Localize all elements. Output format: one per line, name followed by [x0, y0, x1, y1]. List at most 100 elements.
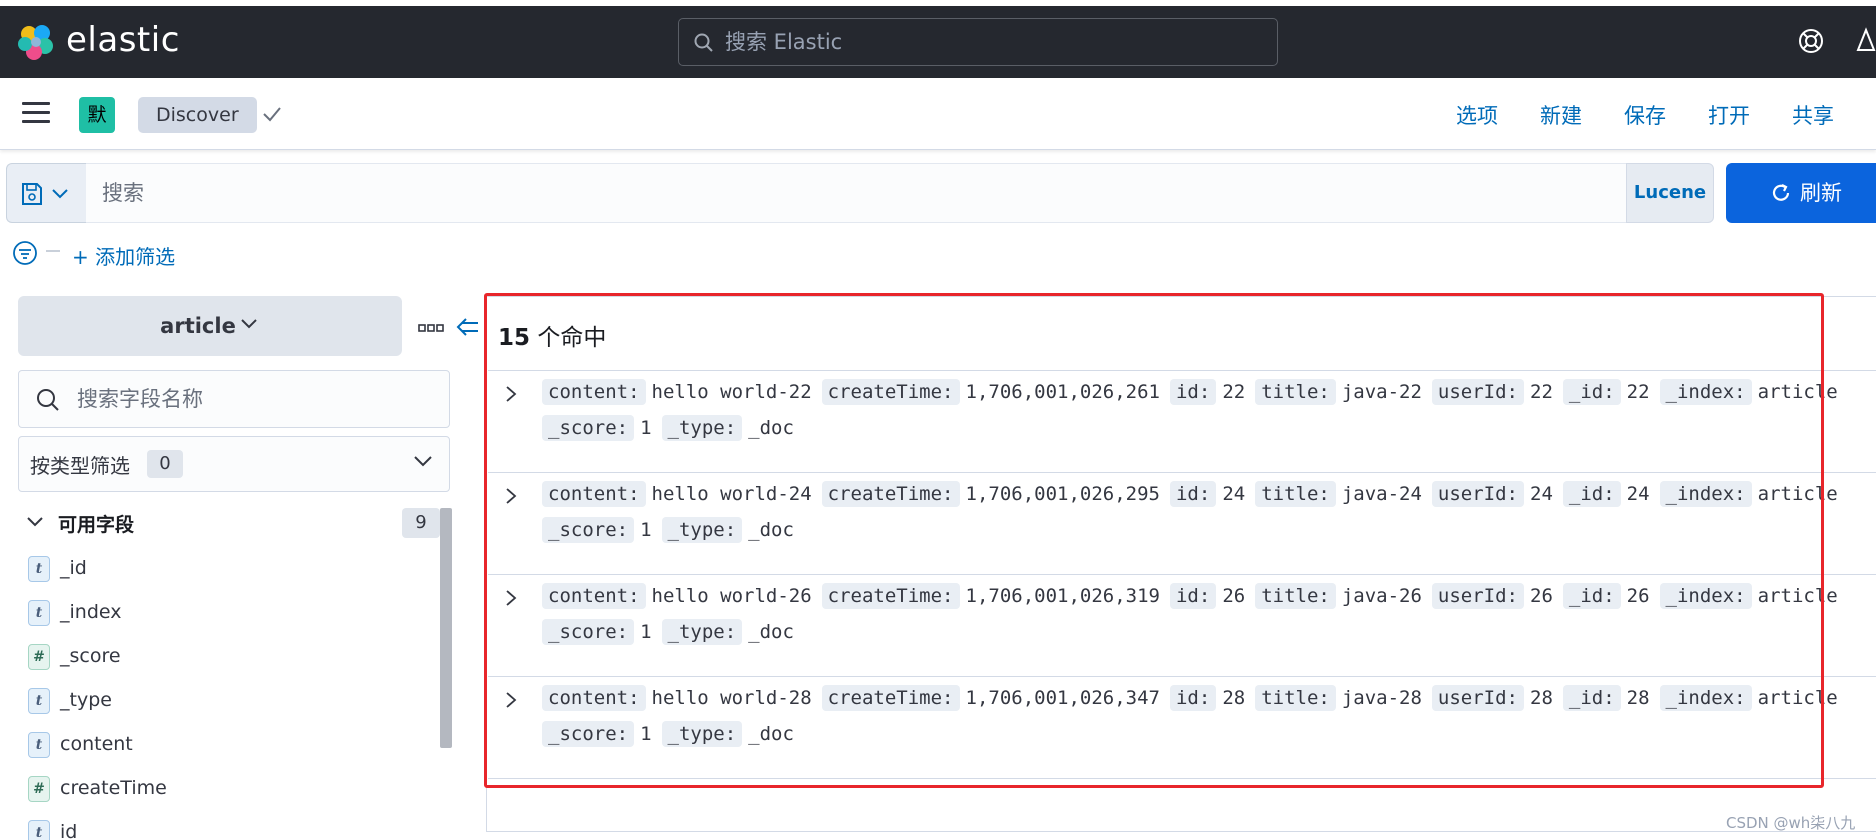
- help-icon[interactable]: [1798, 28, 1824, 54]
- share-link[interactable]: 共享: [1792, 100, 1834, 130]
- field-key: _score:: [542, 415, 635, 441]
- field-key: _id:: [1562, 583, 1621, 609]
- table-row: content: hello world-22 createTime: 1,706,0…: [488, 371, 1876, 473]
- breadcrumb[interactable]: Discover: [138, 97, 257, 133]
- field-search-input[interactable]: [77, 384, 437, 414]
- collapse-sidebar-icon[interactable]: [456, 316, 480, 338]
- field-value: article: [1757, 483, 1838, 505]
- table-row: content: hello world-28 createTime: 1,706,0…: [488, 677, 1876, 779]
- expand-row-icon[interactable]: [504, 487, 518, 505]
- field-value: 28: [1530, 687, 1553, 709]
- field-key: userId:: [1431, 379, 1524, 405]
- global-search-input[interactable]: [725, 27, 1265, 57]
- field-key: id:: [1169, 481, 1217, 507]
- global-search[interactable]: [678, 18, 1278, 66]
- field-key: _id:: [1562, 481, 1621, 507]
- chevron-down-icon: [241, 319, 257, 329]
- field-key: _type:: [661, 415, 743, 441]
- options-dots-icon[interactable]: [418, 324, 444, 332]
- add-filter-button[interactable]: + 添加筛选: [72, 241, 175, 270]
- newsfeed-icon[interactable]: [1856, 26, 1876, 54]
- expand-row-icon[interactable]: [504, 589, 518, 607]
- save-link[interactable]: 保存: [1624, 100, 1666, 130]
- chevron-down-icon: [27, 517, 43, 527]
- new-link[interactable]: 新建: [1540, 100, 1582, 130]
- field-value: hello world-28: [651, 687, 812, 709]
- brand-name[interactable]: elastic: [66, 20, 180, 60]
- field-key: title:: [1255, 379, 1336, 405]
- refresh-button[interactable]: 刷新: [1726, 163, 1876, 223]
- field-item[interactable]: # createTime: [28, 768, 428, 812]
- field-value: 1: [640, 519, 652, 541]
- field-value: _doc: [748, 621, 794, 643]
- field-sidebar: article 按类型筛选 0 可用字段 9 t: [18, 296, 478, 840]
- field-value: 1: [640, 621, 652, 643]
- field-value: 1,706,001,026,319: [965, 585, 1160, 607]
- hit-count-number: 15: [498, 325, 531, 351]
- field-key: content:: [542, 379, 646, 405]
- field-key: content:: [542, 481, 646, 507]
- field-key: _score:: [542, 517, 635, 543]
- table-row: content: hello world-24 createTime: 1,706,0…: [488, 473, 1876, 575]
- scrollbar[interactable]: [440, 508, 452, 748]
- field-item[interactable]: t _id: [28, 548, 428, 592]
- field-item[interactable]: t _index: [28, 592, 428, 636]
- field-item[interactable]: # _score: [28, 636, 428, 680]
- field-key: _index:: [1659, 379, 1752, 405]
- search-icon: [694, 33, 713, 52]
- open-link[interactable]: 打开: [1708, 100, 1750, 130]
- field-key: title:: [1255, 685, 1336, 711]
- number-type-icon: #: [28, 644, 50, 670]
- field-key: _score:: [542, 721, 635, 747]
- field-item[interactable]: t content: [28, 724, 428, 768]
- field-value: java-28: [1341, 687, 1422, 709]
- top-nav-actions: 选项 新建 保存 打开 共享 检查: [1456, 100, 1876, 130]
- field-key: _id:: [1562, 685, 1621, 711]
- string-type-icon: t: [28, 820, 50, 840]
- query-language-button[interactable]: Lucene: [1626, 163, 1714, 223]
- document-fields: _score: 1 _type: _doc: [542, 517, 804, 543]
- field-key: createTime:: [821, 685, 960, 711]
- hit-count: 15 个命中: [498, 318, 606, 352]
- field-list: t _id t _index # _score t _type t conten…: [28, 548, 428, 840]
- filter-icon[interactable]: [12, 240, 38, 266]
- elastic-logo-icon[interactable]: [16, 22, 56, 62]
- index-pattern-selector[interactable]: article: [18, 296, 402, 356]
- type-filter-count: 0: [147, 450, 183, 478]
- field-item[interactable]: t _type: [28, 680, 428, 724]
- field-key: userId:: [1431, 481, 1524, 507]
- refresh-label: 刷新: [1800, 181, 1842, 205]
- field-value: _doc: [748, 723, 794, 745]
- expand-row-icon[interactable]: [504, 691, 518, 709]
- field-value: _doc: [748, 519, 794, 541]
- space-avatar[interactable]: 默: [79, 97, 115, 133]
- field-name: _index: [60, 601, 122, 623]
- field-key: _type:: [661, 619, 743, 645]
- query-input-container[interactable]: [86, 163, 1632, 223]
- field-value: 1,706,001,026,347: [965, 687, 1160, 709]
- number-type-icon: #: [28, 776, 50, 802]
- available-fields-header[interactable]: 可用字段 9: [18, 502, 440, 542]
- field-search[interactable]: [18, 370, 450, 428]
- saved-query-button[interactable]: [6, 163, 86, 223]
- query-input[interactable]: [102, 178, 1602, 208]
- string-type-icon: t: [28, 556, 50, 582]
- string-type-icon: t: [28, 732, 50, 758]
- field-value: 26: [1530, 585, 1553, 607]
- app-header: 默 Discover 选项 新建 保存 打开 共享 检查: [0, 78, 1876, 150]
- expand-row-icon[interactable]: [504, 385, 518, 403]
- field-value: 1: [640, 723, 652, 745]
- check-icon: [263, 107, 281, 122]
- options-link[interactable]: 选项: [1456, 100, 1498, 130]
- string-type-icon: t: [28, 688, 50, 714]
- document-fields: _score: 1 _type: _doc: [542, 415, 804, 441]
- menu-toggle-button[interactable]: [22, 102, 50, 126]
- field-value: article: [1757, 687, 1838, 709]
- document-fields: _score: 1 _type: _doc: [542, 721, 804, 747]
- type-filter-dropdown[interactable]: 按类型筛选 0: [18, 436, 450, 492]
- field-item[interactable]: t id: [28, 812, 428, 840]
- field-value: 24: [1626, 483, 1650, 505]
- document-fields: content: hello world-24 createTime: 1,706,0…: [542, 481, 1848, 507]
- search-icon: [37, 389, 59, 411]
- field-key: _index:: [1659, 685, 1752, 711]
